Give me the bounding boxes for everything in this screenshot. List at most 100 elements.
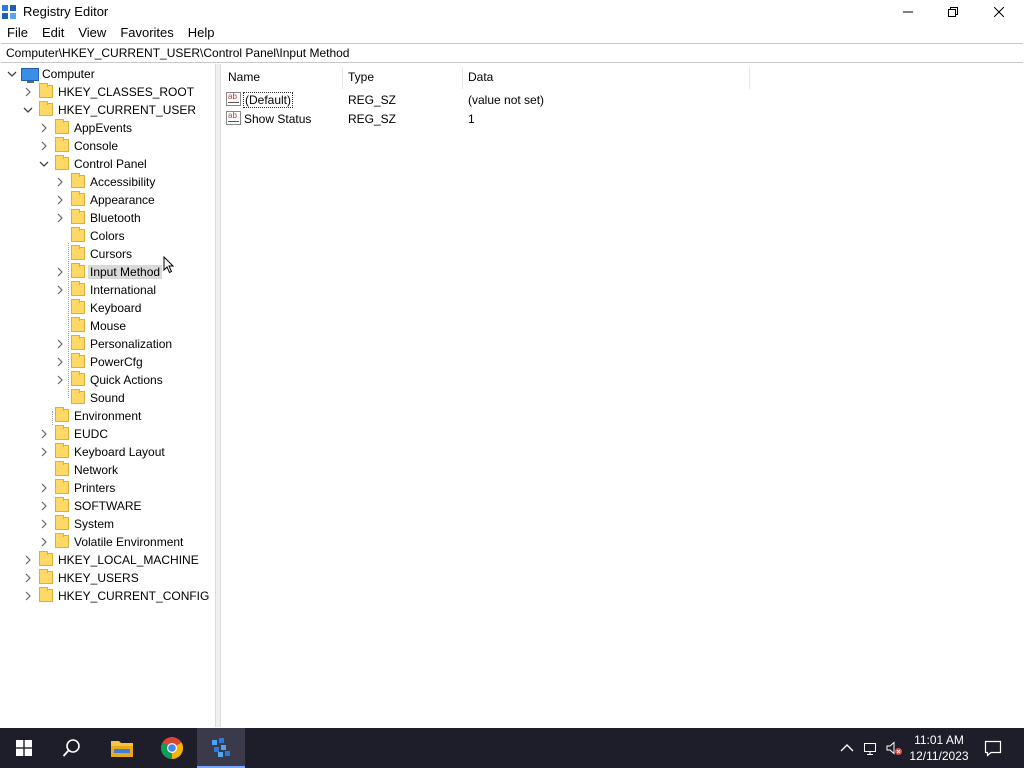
column-separator[interactable]	[462, 67, 463, 89]
folder-icon	[71, 263, 85, 278]
tree-item-hkey-current-config[interactable]: HKEY_CURRENT_CONFIG	[1, 587, 215, 605]
tree-item-international[interactable]: International	[1, 281, 215, 299]
tree-item-mouse[interactable]: Mouse	[1, 317, 215, 335]
tree-item-keyboard-layout[interactable]: Keyboard Layout	[1, 443, 215, 461]
menu-view[interactable]: View	[71, 24, 113, 44]
chevron-right-icon[interactable]	[23, 573, 33, 583]
tree-item-hkey-users[interactable]: HKEY_USERS	[1, 569, 215, 587]
value-row[interactable]: ab Show Status REG_SZ 1	[221, 109, 761, 128]
chevron-right-icon[interactable]	[39, 429, 49, 439]
chevron-down-icon[interactable]	[7, 69, 17, 79]
tree-item-computer[interactable]: Computer	[1, 65, 215, 83]
start-button[interactable]	[0, 728, 48, 768]
chevron-right-icon[interactable]	[55, 195, 65, 205]
tree-item-label: Personalization	[90, 337, 173, 351]
chrome-button[interactable]	[148, 728, 196, 768]
column-separator[interactable]	[749, 67, 750, 89]
tree-item-label: Appearance	[90, 193, 155, 207]
tree-item-label: Mouse	[90, 319, 127, 333]
chevron-right-icon[interactable]	[23, 555, 33, 565]
tree-item-network[interactable]: Network	[1, 461, 215, 479]
chevron-right-icon[interactable]	[55, 213, 65, 223]
column-header-name[interactable]: Name	[228, 70, 260, 84]
menu-edit[interactable]: Edit	[35, 24, 71, 44]
tree-item-quick-actions[interactable]: Quick Actions	[1, 371, 215, 389]
chevron-right-icon[interactable]	[39, 519, 49, 529]
chevron-down-icon[interactable]	[39, 159, 49, 169]
folder-icon	[39, 569, 53, 584]
tree-item-control-panel[interactable]: Control Panel	[1, 155, 215, 173]
address-bar[interactable]: Computer\HKEY_CURRENT_USER\Control Panel…	[1, 43, 1023, 63]
menu-favorites[interactable]: Favorites	[113, 24, 180, 44]
tree-item-label: Control Panel	[74, 157, 147, 171]
tree-item-environment[interactable]: Environment	[1, 407, 215, 425]
tree-item-label: EUDC	[74, 427, 109, 441]
tree-item-powercfg[interactable]: PowerCfg	[1, 353, 215, 371]
tree-item-hkey-current-user[interactable]: HKEY_CURRENT_USER	[1, 101, 215, 119]
chevron-up-icon[interactable]	[839, 740, 855, 756]
folder-icon	[71, 317, 85, 332]
folder-icon	[71, 335, 85, 350]
tree-item-appevents[interactable]: AppEvents	[1, 119, 215, 137]
search-button[interactable]	[48, 728, 96, 768]
tree-item-personalization[interactable]: Personalization	[1, 335, 215, 353]
menu-help[interactable]: Help	[181, 24, 222, 44]
menu-bar: File Edit View Favorites Help	[0, 24, 1024, 44]
taskbar-clock[interactable]: 11:01 AM 12/11/2023	[905, 732, 973, 764]
chevron-right-icon[interactable]	[55, 267, 65, 277]
values-list-pane[interactable]: Name Type Data ab (Default) REG_SZ (valu…	[221, 64, 1024, 727]
chevron-down-icon[interactable]	[23, 105, 33, 115]
tree-item-input-method[interactable]: Input Method	[1, 263, 215, 281]
chevron-right-icon[interactable]	[39, 123, 49, 133]
tree-item-sound[interactable]: Sound	[1, 389, 215, 407]
chevron-right-icon[interactable]	[39, 537, 49, 547]
tree-item-hkey-local-machine[interactable]: HKEY_LOCAL_MACHINE	[1, 551, 215, 569]
folder-icon	[55, 407, 69, 422]
notifications-icon[interactable]	[984, 739, 1002, 757]
minimize-icon	[903, 11, 913, 13]
chevron-right-icon[interactable]	[23, 87, 33, 97]
tree-item-bluetooth[interactable]: Bluetooth	[1, 209, 215, 227]
menu-file[interactable]: File	[0, 24, 35, 44]
tree-item-keyboard[interactable]: Keyboard	[1, 299, 215, 317]
key-tree-pane[interactable]: Computer HKEY_CLASSES_ROOT HKEY_CURRENT_…	[1, 64, 216, 727]
tree-item-colors[interactable]: Colors	[1, 227, 215, 245]
minimize-button[interactable]	[885, 0, 931, 24]
address-path[interactable]: Computer\HKEY_CURRENT_USER\Control Panel…	[6, 46, 349, 60]
tree-item-accessibility[interactable]: Accessibility	[1, 173, 215, 191]
close-button[interactable]	[976, 0, 1022, 24]
tree-item-eudc[interactable]: EUDC	[1, 425, 215, 443]
chevron-right-icon[interactable]	[55, 375, 65, 385]
chevron-right-icon[interactable]	[39, 447, 49, 457]
chevron-right-icon[interactable]	[55, 357, 65, 367]
tree-item-label: International	[90, 283, 157, 297]
tree-item-volatile-environment[interactable]: Volatile Environment	[1, 533, 215, 551]
chevron-right-icon[interactable]	[23, 591, 33, 601]
tree-item-hkey-classes-root[interactable]: HKEY_CLASSES_ROOT	[1, 83, 215, 101]
chevron-right-icon[interactable]	[55, 177, 65, 187]
tree-item-software[interactable]: SOFTWARE	[1, 497, 215, 515]
chevron-right-icon[interactable]	[55, 285, 65, 295]
file-explorer-button[interactable]	[98, 728, 146, 768]
value-row[interactable]: ab (Default) REG_SZ (value not set)	[221, 90, 761, 109]
folder-icon	[55, 155, 69, 170]
chevron-right-icon[interactable]	[55, 339, 65, 349]
chevron-right-icon[interactable]	[39, 141, 49, 151]
tree-item-printers[interactable]: Printers	[1, 479, 215, 497]
column-separator[interactable]	[342, 67, 343, 89]
tree-item-label-selected: Input Method	[88, 265, 163, 279]
column-header-type[interactable]: Type	[348, 70, 374, 84]
tree-item-appearance[interactable]: Appearance	[1, 191, 215, 209]
restore-button[interactable]	[930, 0, 976, 24]
tree-item-cursors[interactable]: Cursors	[1, 245, 215, 263]
tree-item-label: System	[74, 517, 115, 531]
registry-editor-taskbar-button[interactable]	[197, 728, 245, 768]
tree-item-label: HKEY_LOCAL_MACHINE	[58, 553, 199, 567]
tree-item-system[interactable]: System	[1, 515, 215, 533]
tree-item-console[interactable]: Console	[1, 137, 215, 155]
network-icon[interactable]	[863, 740, 879, 756]
column-header-data[interactable]: Data	[468, 70, 493, 84]
volume-muted-icon[interactable]	[886, 740, 902, 756]
chevron-right-icon[interactable]	[39, 501, 49, 511]
chevron-right-icon[interactable]	[39, 483, 49, 493]
